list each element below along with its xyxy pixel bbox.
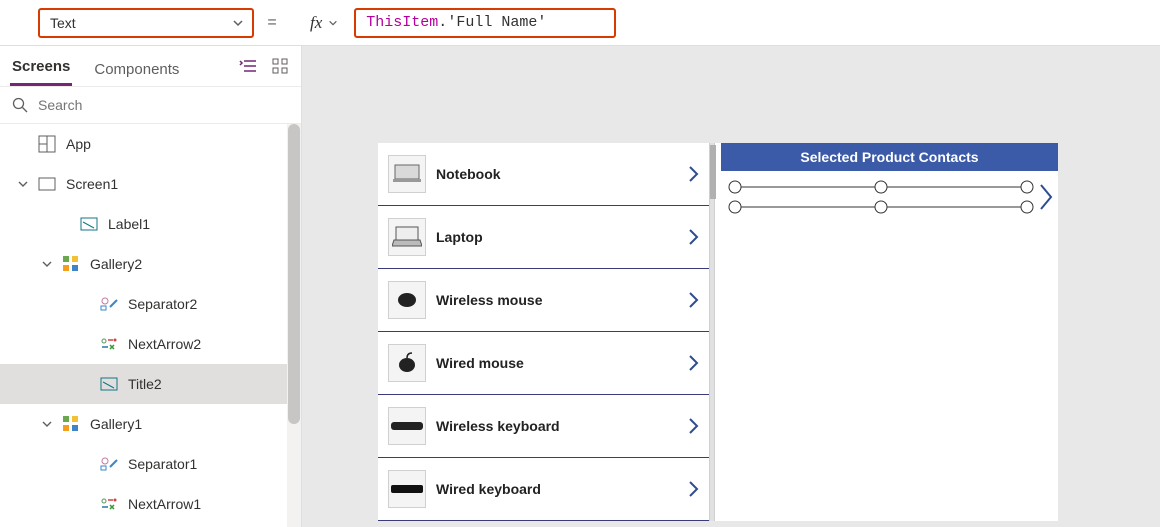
canvas[interactable]: Notebook Laptop Wireless mouse xyxy=(302,46,1160,527)
tree-twisty-icon[interactable] xyxy=(18,179,32,189)
product-thumb xyxy=(388,470,426,508)
app-icon xyxy=(36,133,58,155)
gallery-scrollbar-thumb[interactable] xyxy=(710,145,716,199)
tree-item-app[interactable]: App xyxy=(0,124,301,164)
gallery-icon xyxy=(60,253,82,275)
gallery-row[interactable]: Wireless mouse xyxy=(378,269,710,332)
product-thumb xyxy=(388,155,426,193)
gallery1[interactable]: Notebook Laptop Wireless mouse xyxy=(378,143,710,521)
product-thumb xyxy=(388,407,426,445)
tree-scrollbar[interactable] xyxy=(287,124,301,527)
tab-screens[interactable]: Screens xyxy=(10,48,72,86)
search-input[interactable] xyxy=(36,96,289,114)
formula-token-dot: . xyxy=(438,14,447,31)
right-column: Selected Product Contacts xyxy=(721,143,1058,521)
search-row xyxy=(0,86,301,124)
tree-label: NextArrow2 xyxy=(128,336,201,352)
tab-components-label: Components xyxy=(94,61,179,78)
tree-item-label1[interactable]: Label1 xyxy=(0,204,301,244)
formula-input[interactable]: ThisItem.'Full Name' xyxy=(354,8,616,38)
product-title: Notebook xyxy=(436,166,678,182)
tree-collapse-icon[interactable] xyxy=(237,55,259,77)
separator-icon xyxy=(98,453,120,475)
formula-token-thisitem: ThisItem xyxy=(366,14,438,31)
gallery-row[interactable]: Wired mouse xyxy=(378,332,710,395)
tree-item-separator1[interactable]: Separator1 xyxy=(0,444,301,484)
tree-item-title2[interactable]: Title2 xyxy=(0,364,301,404)
tree-scrollbar-thumb[interactable] xyxy=(288,124,300,424)
chevron-down-icon xyxy=(232,17,244,29)
gallery-scrollbar[interactable] xyxy=(709,143,715,521)
formula-bar: Text = fx ThisItem.'Full Name' xyxy=(0,0,1160,46)
chevron-right-icon[interactable] xyxy=(688,417,700,435)
gallery-row[interactable]: Laptop xyxy=(378,206,710,269)
nextarrow-icon xyxy=(98,333,120,355)
label-icon xyxy=(98,373,120,395)
tree-label: Gallery1 xyxy=(90,416,142,432)
tree-grid-icon[interactable] xyxy=(269,55,291,77)
gallery-row[interactable]: Wireless keyboard xyxy=(378,395,710,458)
product-title: Wireless keyboard xyxy=(436,418,678,434)
tree-label: Separator2 xyxy=(128,296,197,312)
gallery2-template[interactable] xyxy=(721,177,1058,217)
tree-label: Title2 xyxy=(128,376,162,392)
gallery-row[interactable]: Wired keyboard xyxy=(378,458,710,521)
tree-label: Screen1 xyxy=(66,176,118,192)
fx-expand-button[interactable] xyxy=(328,18,338,28)
separator-icon xyxy=(98,293,120,315)
product-title: Laptop xyxy=(436,229,678,245)
property-selector[interactable]: Text xyxy=(38,8,254,38)
fx-label: fx xyxy=(310,13,322,33)
gallery-icon xyxy=(60,413,82,435)
tree-label: NextArrow1 xyxy=(128,496,201,512)
nextarrow-icon xyxy=(98,493,120,515)
tree-label: App xyxy=(66,136,91,152)
label-icon xyxy=(78,213,100,235)
chevron-right-icon[interactable] xyxy=(688,165,700,183)
tree-label: Label1 xyxy=(108,216,150,232)
product-thumb xyxy=(388,281,426,319)
chevron-right-icon[interactable] xyxy=(688,291,700,309)
product-thumb xyxy=(388,344,426,382)
tree-twisty-icon[interactable] xyxy=(42,259,56,269)
tree-item-gallery1[interactable]: Gallery1 xyxy=(0,404,301,444)
tree-twisty-icon[interactable] xyxy=(42,419,56,429)
tree-item-screen1[interactable]: Screen1 xyxy=(0,164,301,204)
tab-screens-label: Screens xyxy=(12,58,70,75)
chevron-right-icon[interactable] xyxy=(688,354,700,372)
tree-item-nextarrow2[interactable]: NextArrow2 xyxy=(0,324,301,364)
tree-label: Gallery2 xyxy=(90,256,142,272)
equals-sign: = xyxy=(262,14,282,32)
tree-item-separator2[interactable]: Separator2 xyxy=(0,284,301,324)
gallery-row[interactable]: Notebook xyxy=(378,143,710,206)
tree-panel: Screens Components xyxy=(0,46,302,527)
screen-icon xyxy=(36,173,58,195)
chevron-right-icon[interactable] xyxy=(688,480,700,498)
tab-components[interactable]: Components xyxy=(92,51,181,86)
product-title: Wireless mouse xyxy=(436,292,678,308)
formula-token-literal: 'Full Name' xyxy=(447,14,546,31)
tree-item-nextarrow1[interactable]: NextArrow1 xyxy=(0,484,301,524)
search-icon xyxy=(12,97,28,113)
chevron-right-icon[interactable] xyxy=(688,228,700,246)
product-title: Wired mouse xyxy=(436,355,678,371)
product-title: Wired keyboard xyxy=(436,481,678,497)
selected-contacts-header: Selected Product Contacts xyxy=(721,143,1058,171)
product-thumb xyxy=(388,218,426,256)
property-selector-label: Text xyxy=(50,15,76,31)
tree-view: App Screen1 Label1 xyxy=(0,124,301,527)
tree-item-gallery2[interactable]: Gallery2 xyxy=(0,244,301,284)
app-stage: Notebook Laptop Wireless mouse xyxy=(378,143,1058,521)
tree-label: Separator1 xyxy=(128,456,197,472)
